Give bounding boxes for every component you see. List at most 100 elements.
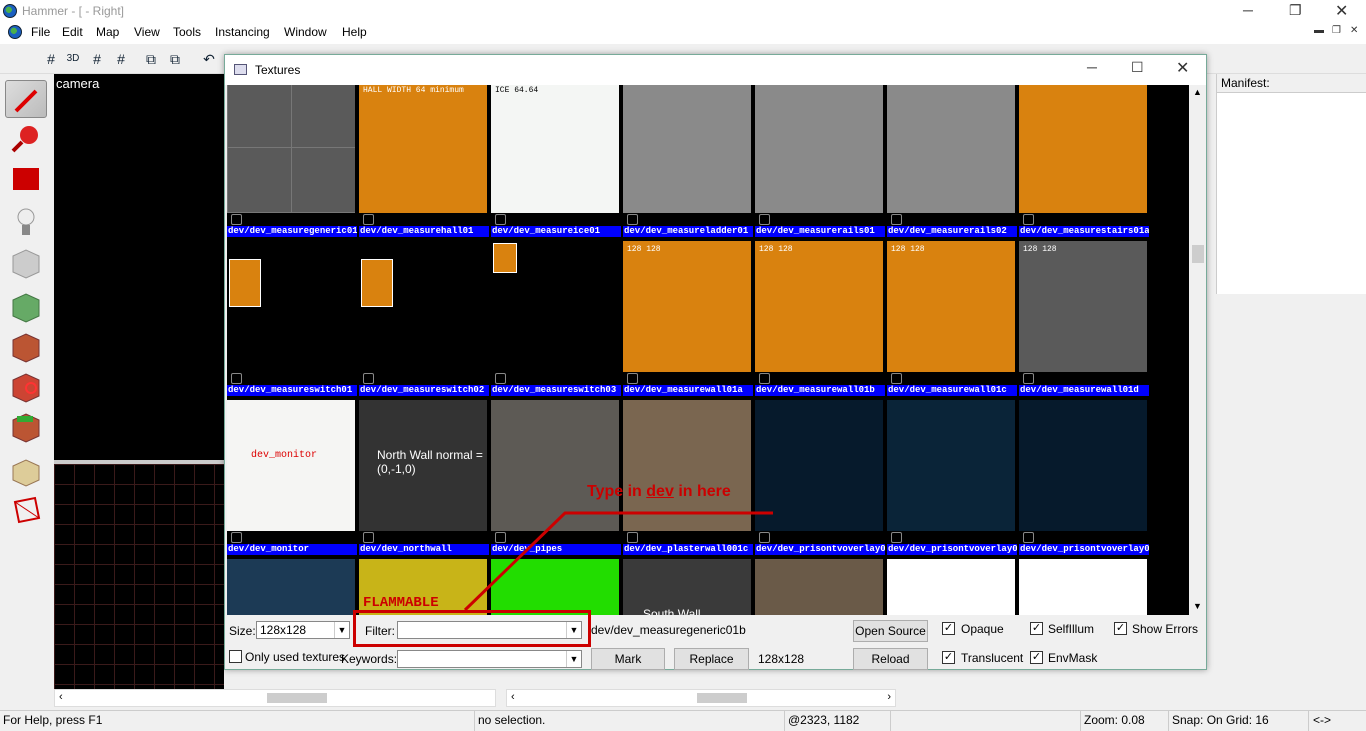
- texture-cell[interactable]: dev/dev_measuregeneric01b: [227, 85, 359, 240]
- texture-cell[interactable]: [227, 559, 359, 615]
- window-icon: [234, 64, 247, 75]
- size-value: 128x128: [260, 623, 307, 637]
- textures-maximize-icon[interactable]: ☐: [1131, 59, 1144, 76]
- camera-tool-icon[interactable]: [5, 160, 47, 198]
- texture-marker: [759, 214, 770, 225]
- texture-thumbnail: [1019, 85, 1147, 213]
- viewport-label: camera: [56, 76, 100, 91]
- texture-name-label: dev/dev_measureswitch03: [491, 385, 621, 396]
- mark-button[interactable]: Mark: [591, 648, 665, 670]
- entity-tool-icon[interactable]: [5, 204, 47, 242]
- show-errors-checkbox[interactable]: ✓: [1114, 622, 1127, 635]
- textures-close-icon[interactable]: ✕: [1176, 58, 1189, 78]
- texture-name-label: dev/dev_prisontvoverlay003: [1019, 544, 1149, 555]
- textures-minimize-icon[interactable]: ─: [1087, 59, 1097, 75]
- close-icon[interactable]: ✕: [1335, 1, 1348, 21]
- menu-window[interactable]: Window: [284, 25, 327, 39]
- apply-texture-icon[interactable]: [5, 328, 47, 366]
- clipping-tool-icon[interactable]: [5, 452, 47, 490]
- mdi-close-icon[interactable]: ✕: [1350, 25, 1358, 36]
- texture-cell[interactable]: dev/dev_measurerails01: [755, 85, 887, 240]
- menu-help[interactable]: Help: [342, 25, 367, 39]
- mdi-restore-icon[interactable]: ❐: [1332, 25, 1341, 36]
- texture-thumbnail: 128 128: [623, 241, 751, 372]
- selected-texture-size: 128x128: [758, 652, 805, 666]
- menu-tools[interactable]: Tools: [173, 25, 201, 39]
- grid-larger-icon[interactable]: #: [110, 48, 132, 70]
- open-source-button[interactable]: Open Source: [853, 620, 928, 642]
- texture-thumbnail: [1019, 400, 1147, 531]
- texture-thumbnail: 128 128: [1019, 241, 1147, 372]
- texture-cell[interactable]: dev/dev_prisontvoverlay003: [1019, 400, 1151, 558]
- texture-marker: [363, 214, 374, 225]
- right-hscroll[interactable]: ‹ ›: [506, 689, 896, 707]
- undo-icon[interactable]: ↶: [198, 48, 220, 70]
- left-hscroll[interactable]: ‹: [54, 689, 496, 707]
- texture-cell[interactable]: dev/dev_measurerails02: [887, 85, 1019, 240]
- texture-caption: dev_monitor: [251, 450, 318, 461]
- replace-button[interactable]: Replace: [674, 648, 749, 670]
- only-used-checkbox[interactable]: [229, 650, 242, 663]
- texture-cell[interactable]: [1019, 559, 1151, 615]
- texture-name-label: dev/dev_measureswitch02: [359, 385, 489, 396]
- translucent-checkbox[interactable]: ✓: [942, 651, 955, 664]
- texture-cell[interactable]: HALL WIDTH 64 minimum dev/dev_measurehall…: [359, 85, 491, 240]
- texture-vscroll[interactable]: ▲ ▼: [1190, 85, 1206, 615]
- texture-cell[interactable]: [887, 559, 1019, 615]
- texture-cell[interactable]: 128 128 dev/dev_measurewall01a: [623, 241, 755, 399]
- magnify-tool-icon[interactable]: [5, 120, 47, 158]
- texture-caption: ICE 64.64: [495, 86, 539, 95]
- menu-file[interactable]: File: [31, 25, 50, 39]
- switch-panel: [361, 259, 393, 307]
- grid-toggle-icon[interactable]: #: [40, 48, 62, 70]
- texture-caption: 128 128: [891, 245, 925, 254]
- menu-instancing[interactable]: Instancing: [215, 25, 270, 39]
- texture-tool-icon[interactable]: [5, 288, 47, 326]
- opaque-checkbox[interactable]: ✓: [942, 622, 955, 635]
- texture-thumbnail: dev_monitor: [227, 400, 355, 531]
- texture-thumbnail: HALL WIDTH 64 minimum: [359, 85, 487, 213]
- texture-name-label: dev/dev_measurerails02: [887, 226, 1017, 237]
- menu-view[interactable]: View: [134, 25, 160, 39]
- texture-thumbnail: [1019, 559, 1147, 615]
- minimize-icon[interactable]: ─: [1243, 2, 1253, 18]
- 3d-grid-icon[interactable]: 3D: [62, 48, 84, 70]
- texture-cell[interactable]: 128 128 dev/dev_measurewall01c: [887, 241, 1019, 399]
- texture-cell[interactable]: dev/dev_measurestairs01a: [1019, 85, 1151, 240]
- texture-name-label: dev/dev_measurestairs01a: [1019, 226, 1149, 237]
- ungroup-icon[interactable]: ⧉: [164, 48, 186, 70]
- block-tool-icon[interactable]: [5, 244, 47, 282]
- texture-cell[interactable]: 128 128 dev/dev_measurewall01b: [755, 241, 887, 399]
- envmask-checkbox[interactable]: ✓: [1030, 651, 1043, 664]
- vertex-tool-icon[interactable]: [5, 490, 47, 528]
- selfillum-checkbox[interactable]: ✓: [1030, 622, 1043, 635]
- mdi-minimize-icon[interactable]: ▬: [1314, 25, 1324, 36]
- overlay-tool-icon[interactable]: [5, 408, 47, 446]
- selection-tool-icon[interactable]: [5, 80, 47, 118]
- texture-name-label: dev/dev_measurewall01a: [623, 385, 753, 396]
- texture-thumbnail: 128 128: [755, 241, 883, 372]
- texture-cell[interactable]: 128 128 dev/dev_measurewall01d: [1019, 241, 1151, 399]
- restore-icon[interactable]: ❐: [1289, 2, 1302, 19]
- texture-marker: [231, 373, 242, 384]
- menu-map[interactable]: Map: [96, 25, 119, 39]
- texture-thumbnail: ICE 64.64: [491, 85, 619, 213]
- texture-cell[interactable]: dev_monitor dev/dev_monitor: [227, 400, 359, 558]
- texture-cell[interactable]: dev/dev_measureladder01: [623, 85, 755, 240]
- keywords-select[interactable]: ▼: [397, 650, 582, 668]
- texture-cell[interactable]: ICE 64.64 dev/dev_measureice01: [491, 85, 623, 240]
- menu-edit[interactable]: Edit: [62, 25, 83, 39]
- group-icon[interactable]: ⧉: [140, 48, 162, 70]
- texture-name-label: dev/dev_measurewall01c: [887, 385, 1017, 396]
- texture-name-label: dev/dev_prisontvoverlay002: [887, 544, 1017, 555]
- decal-tool-icon[interactable]: [5, 368, 47, 406]
- texture-caption: 128 128: [627, 245, 661, 254]
- grid-smaller-icon[interactable]: #: [86, 48, 108, 70]
- size-label: Size:: [229, 624, 256, 638]
- size-select[interactable]: 128x128 ▼: [256, 621, 350, 639]
- manifest-list[interactable]: [1217, 92, 1366, 294]
- texture-cell[interactable]: dev/dev_prisontvoverlay002: [887, 400, 1019, 558]
- camera-viewport[interactable]: camera: [54, 74, 224, 460]
- reload-button[interactable]: Reload: [853, 648, 928, 670]
- 2d-viewport[interactable]: [54, 464, 224, 689]
